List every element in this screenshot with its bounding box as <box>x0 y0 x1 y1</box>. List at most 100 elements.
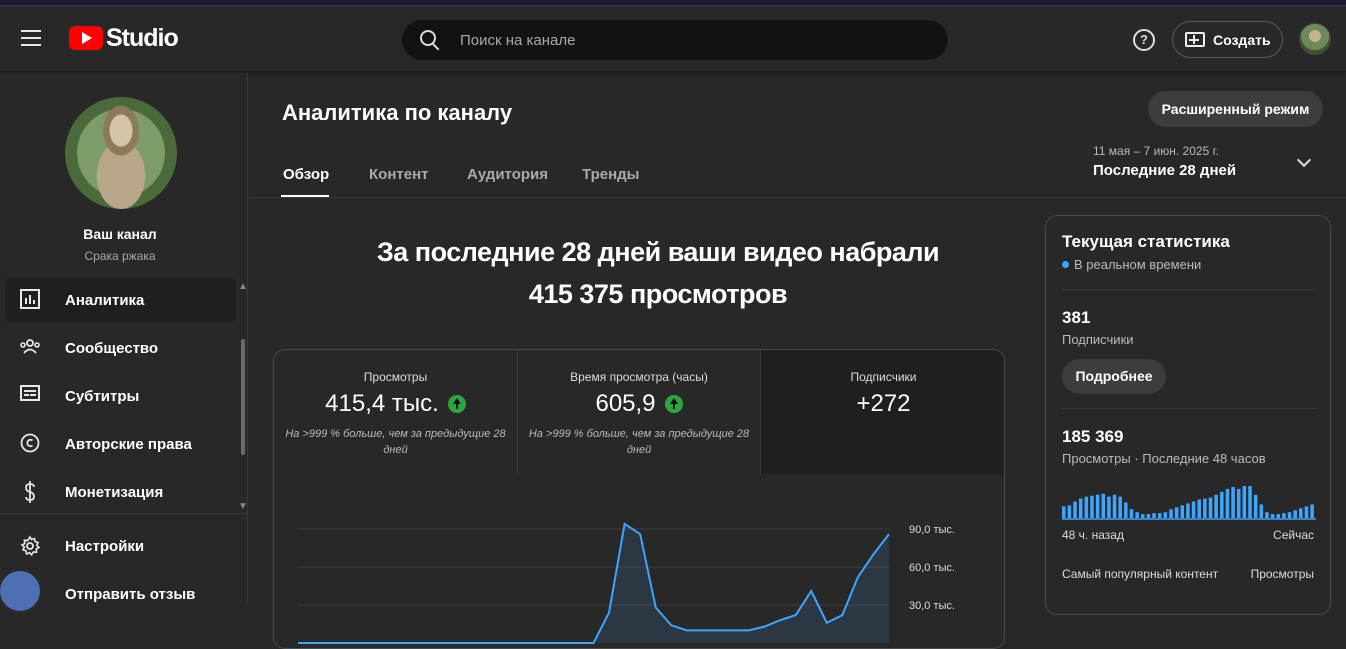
sidebar-item-analytics[interactable]: Аналитика <box>5 278 236 322</box>
realtime-bar[interactable] <box>1304 506 1309 518</box>
realtime-bar[interactable] <box>1225 488 1230 518</box>
realtime-bar[interactable] <box>1248 486 1252 518</box>
realtime-subscribers-value: 381 <box>1062 308 1091 327</box>
realtime-bar[interactable] <box>1146 514 1151 518</box>
sidebar-scrollbar[interactable] <box>241 339 245 455</box>
search-input[interactable] <box>460 31 900 49</box>
realtime-bar[interactable] <box>1270 514 1275 518</box>
realtime-bar[interactable] <box>1208 497 1213 518</box>
realtime-bar[interactable] <box>1124 502 1128 518</box>
sidebar-item-feedback[interactable]: Отправить отзыв <box>5 572 236 616</box>
realtime-bar[interactable] <box>1186 503 1190 518</box>
sidebar-item-label: Сообщество <box>65 339 159 357</box>
scroll-up-arrow[interactable]: ▲ <box>238 281 248 292</box>
realtime-subscribers-label: Подписчики <box>1062 332 1134 347</box>
tab-overview[interactable]: Обзор <box>283 166 329 183</box>
realtime-bar[interactable] <box>1067 505 1072 518</box>
realtime-bar[interactable] <box>1287 512 1292 518</box>
sidebar-item-monetization[interactable]: Монетизация <box>5 470 236 514</box>
sidebar-item-community[interactable]: Сообщество <box>5 326 236 370</box>
realtime-bar[interactable] <box>1169 509 1173 518</box>
tab-trends[interactable]: Тренды <box>582 166 640 183</box>
realtime-bar-chart[interactable] <box>1062 478 1316 520</box>
metric-subscribers[interactable]: Подписчики +272 <box>761 350 1004 474</box>
sidebar-item-subtitles[interactable]: Субтитры <box>5 374 236 418</box>
realtime-bar[interactable] <box>1259 504 1264 518</box>
sidebar-item-label: Отправить отзыв <box>65 585 196 603</box>
realtime-bar[interactable] <box>1180 505 1185 518</box>
realtime-bar[interactable] <box>1152 513 1156 518</box>
realtime-bar[interactable] <box>1062 506 1066 518</box>
realtime-bar[interactable] <box>1078 498 1083 518</box>
menu-icon[interactable] <box>21 30 41 46</box>
youtube-logo-icon <box>69 26 103 50</box>
realtime-bar[interactable] <box>1090 495 1094 518</box>
metric-watch-time[interactable]: Время просмотра (часы) 605,9 На >999 % б… <box>518 350 761 474</box>
realtime-bar[interactable] <box>1220 491 1224 518</box>
help-icon[interactable]: ? <box>1133 29 1155 51</box>
advanced-mode-button[interactable]: Расширенный режим <box>1148 91 1323 127</box>
sidebar-item-copyright[interactable]: Авторские права <box>5 422 236 466</box>
realtime-bar[interactable] <box>1282 513 1286 518</box>
search-bar[interactable] <box>402 20 948 60</box>
realtime-bar[interactable] <box>1101 493 1106 518</box>
channel-name: Ваш канал <box>83 226 157 242</box>
realtime-bar[interactable] <box>1236 488 1241 518</box>
card-divider <box>1062 289 1316 290</box>
realtime-bar[interactable] <box>1107 496 1111 518</box>
realtime-bar[interactable] <box>1118 496 1122 518</box>
metric-value: 415,4 тыс. <box>325 390 439 417</box>
realtime-bar[interactable] <box>1141 514 1145 518</box>
scroll-down-arrow[interactable]: ▼ <box>238 501 248 512</box>
y-tick-label: 60,0 тыс. <box>909 562 955 574</box>
views-chart[interactable]: 90,0 тыс. 60,0 тыс. 30,0 тыс. <box>274 474 1004 648</box>
realtime-bar[interactable] <box>1191 501 1196 518</box>
realtime-bar[interactable] <box>1310 504 1314 518</box>
page-title: Аналитика по каналу <box>282 100 513 125</box>
copyright-icon <box>19 433 41 455</box>
search-icon[interactable] <box>420 30 440 50</box>
metric-views[interactable]: Просмотры 415,4 тыс. На >999 % больше, ч… <box>274 350 518 474</box>
realtime-bar[interactable] <box>1129 509 1134 518</box>
sidebar-divider <box>0 513 248 514</box>
realtime-bar[interactable] <box>1174 507 1179 518</box>
chart-area-fill <box>298 523 889 643</box>
y-tick-label: 90,0 тыс. <box>909 524 955 536</box>
account-avatar[interactable] <box>1299 23 1331 55</box>
trend-up-icon <box>447 395 466 413</box>
realtime-bar[interactable] <box>1253 494 1258 518</box>
realtime-bar[interactable] <box>1135 512 1139 518</box>
tab-audience[interactable]: Аудитория <box>467 166 548 183</box>
realtime-bar[interactable] <box>1084 496 1089 518</box>
realtime-bar[interactable] <box>1112 494 1117 518</box>
realtime-bar[interactable] <box>1073 501 1077 518</box>
popular-content-label: Самый популярный контент <box>1062 567 1219 581</box>
realtime-bar[interactable] <box>1095 494 1100 518</box>
realtime-bar[interactable] <box>1203 498 1207 518</box>
realtime-bar[interactable] <box>1157 513 1162 518</box>
create-button[interactable]: Создать <box>1172 21 1283 58</box>
realtime-bar[interactable] <box>1276 514 1280 518</box>
realtime-bar[interactable] <box>1299 508 1303 518</box>
realtime-bar[interactable] <box>1265 512 1269 518</box>
date-period-label[interactable]: Последние 28 дней <box>1093 162 1236 179</box>
realtime-bar[interactable] <box>1242 486 1247 518</box>
metrics-card: Просмотры 415,4 тыс. На >999 % больше, ч… <box>273 349 1005 649</box>
details-button[interactable]: Подробнее <box>1062 359 1166 394</box>
realtime-bar[interactable] <box>1293 510 1297 518</box>
studio-logo[interactable]: Studio <box>69 24 179 52</box>
metric-value: +272 <box>856 390 911 417</box>
tabs-divider <box>249 197 1346 198</box>
tab-content[interactable]: Контент <box>369 166 428 183</box>
realtime-bar[interactable] <box>1197 499 1201 518</box>
realtime-bar[interactable] <box>1214 494 1218 518</box>
realtime-bar[interactable] <box>1163 512 1168 518</box>
axis-end-label: Сейчас <box>1273 528 1314 542</box>
realtime-bar[interactable] <box>1231 486 1235 518</box>
channel-handle: Срака ржака <box>84 249 156 263</box>
metric-label: Просмотры <box>363 370 428 384</box>
sidebar-item-settings[interactable]: Настройки <box>5 524 236 568</box>
date-range[interactable]: 11 мая – 7 июн. 2025 г. <box>1093 144 1219 158</box>
channel-avatar[interactable] <box>65 97 177 209</box>
chevron-down-icon[interactable] <box>1296 152 1312 168</box>
